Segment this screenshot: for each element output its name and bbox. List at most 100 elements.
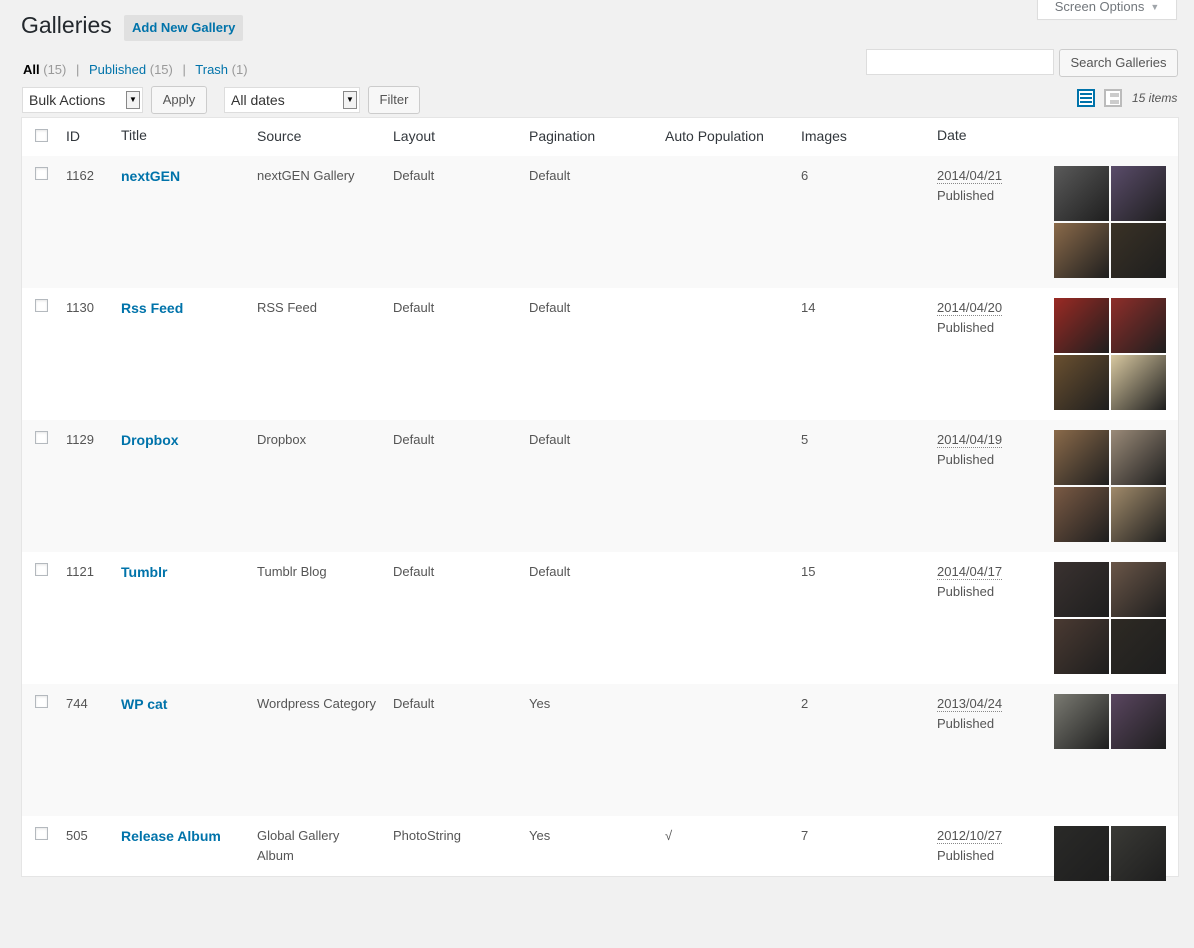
date-filter-select[interactable]: All dates ▼ [224,87,360,113]
gallery-thumbnail[interactable] [1054,562,1109,617]
gallery-date-cell: 2014/04/21 Published [937,166,1003,206]
row-checkbox[interactable] [35,431,48,444]
column-auto-population: Auto Population [665,128,764,144]
filter-published-count: (15) [149,62,173,77]
gallery-id: 1130 [66,300,94,315]
gallery-thumbnail[interactable] [1054,826,1109,881]
select-all-checkbox[interactable] [35,129,48,142]
table-row: 744 WP cat Wordpress Category Default Yes 2 20… [22,684,1178,816]
gallery-thumbnail[interactable] [1111,298,1166,353]
status-filter-links: All (15) | Published (15) | Trash (1) [23,62,248,77]
gallery-thumbnail[interactable] [1054,223,1109,278]
gallery-thumbnail[interactable] [1111,166,1166,221]
gallery-status: Published [937,188,995,203]
gallery-thumbnail[interactable] [1054,298,1109,353]
row-checkbox[interactable] [35,695,48,708]
apply-button[interactable]: Apply [151,86,207,114]
column-layout: Layout [393,128,436,144]
gallery-date-cell: 2014/04/17 Published [937,562,1003,602]
gallery-source: RSS Feed [257,300,317,315]
gallery-thumbnail[interactable] [1054,430,1109,485]
bulk-actions-value: Bulk Actions [29,92,106,108]
gallery-status: Published [937,584,995,599]
separator: | [182,62,186,77]
gallery-pagination: Yes [529,828,551,843]
filter-button[interactable]: Filter [368,86,420,114]
gallery-thumbnail[interactable] [1054,487,1109,542]
filter-trash-count: (1) [231,62,248,77]
chevron-down-icon: ▼ [126,91,140,109]
gallery-thumbnail[interactable] [1111,487,1166,542]
triangle-down-icon: ▼ [1150,2,1160,12]
gallery-status: Published [937,848,995,863]
gallery-source: Global Gallery Album [257,828,340,863]
gallery-status: Published [937,320,995,335]
column-images: Images [801,128,847,144]
gallery-source: Tumblr Blog [257,564,327,579]
gallery-thumbnail[interactable] [1111,694,1166,749]
gallery-date-cell: 2012/10/27 Published [937,826,1003,866]
gallery-pagination: Default [529,432,571,447]
filter-all-link[interactable]: All [23,62,40,77]
gallery-source: Wordpress Category [257,696,376,711]
gallery-image-count: 5 [801,432,809,447]
gallery-auto-population: √ [665,828,673,843]
gallery-layout: Default [393,432,435,447]
gallery-layout: Default [393,168,435,183]
screen-options-button[interactable]: Screen Options ▼ [1037,0,1177,20]
column-id[interactable]: ID [66,128,80,144]
gallery-id: 505 [66,828,88,843]
gallery-id: 1121 [66,564,94,579]
gallery-thumbnail[interactable] [1111,826,1166,881]
bulk-actions-select[interactable]: Bulk Actions ▼ [22,87,143,113]
row-checkbox[interactable] [35,299,48,312]
date-filter-value: All dates [231,92,285,108]
gallery-thumbnail[interactable] [1111,562,1166,617]
gallery-title-link[interactable]: Tumblr [121,562,167,582]
row-checkbox[interactable] [35,563,48,576]
table-row: 1121 Tumblr Tumblr Blog Default Default 15 201… [22,552,1178,684]
gallery-id: 744 [66,696,88,711]
gallery-date: 2014/04/17 [937,564,1003,580]
excerpt-view-icon[interactable] [1104,89,1122,107]
gallery-layout: Default [393,696,435,711]
row-checkbox[interactable] [35,167,48,180]
gallery-thumbnail[interactable] [1111,355,1166,410]
gallery-title-link[interactable]: nextGEN [121,166,180,186]
search-input[interactable] [866,49,1054,75]
gallery-layout: Default [393,564,435,579]
gallery-thumbnail[interactable] [1054,166,1109,221]
list-view-icon[interactable] [1077,89,1095,107]
column-title[interactable]: Title [121,127,147,143]
gallery-thumbnail[interactable] [1054,619,1109,674]
gallery-layout: PhotoString [393,828,461,843]
table-header: ID Title Source Layout Pagination Auto P… [22,118,1178,157]
column-date[interactable]: Date [937,127,967,143]
gallery-title-link[interactable]: Release Album [121,826,221,846]
gallery-thumbnail[interactable] [1054,694,1109,749]
gallery-title-link[interactable]: WP cat [121,694,167,714]
separator: | [76,62,80,77]
filter-published-link[interactable]: Published [89,62,146,77]
table-row: 505 Release Album Global Gallery Album Phot… [22,816,1178,948]
gallery-thumbnail[interactable] [1054,355,1109,410]
gallery-thumbnail[interactable] [1111,619,1166,674]
gallery-date: 2012/10/27 [937,828,1003,844]
search-galleries-button[interactable]: Search Galleries [1059,49,1178,77]
gallery-source: nextGEN Gallery [257,168,355,183]
add-new-gallery-button[interactable]: Add New Gallery [124,15,244,41]
gallery-thumbnail[interactable] [1111,430,1166,485]
gallery-status: Published [937,452,995,467]
filter-trash-link[interactable]: Trash [195,62,228,77]
gallery-title-link[interactable]: Rss Feed [121,298,183,318]
gallery-date-cell: 2013/04/24 Published [937,694,1003,734]
chevron-down-icon: ▼ [343,91,357,109]
row-checkbox[interactable] [35,827,48,840]
gallery-title-link[interactable]: Dropbox [121,430,179,450]
gallery-id: 1129 [66,432,94,447]
gallery-date: 2014/04/21 [937,168,1003,184]
gallery-status: Published [937,716,995,731]
screen-options-label: Screen Options [1054,0,1145,14]
gallery-thumbnail[interactable] [1111,223,1166,278]
gallery-image-count: 7 [801,828,809,843]
